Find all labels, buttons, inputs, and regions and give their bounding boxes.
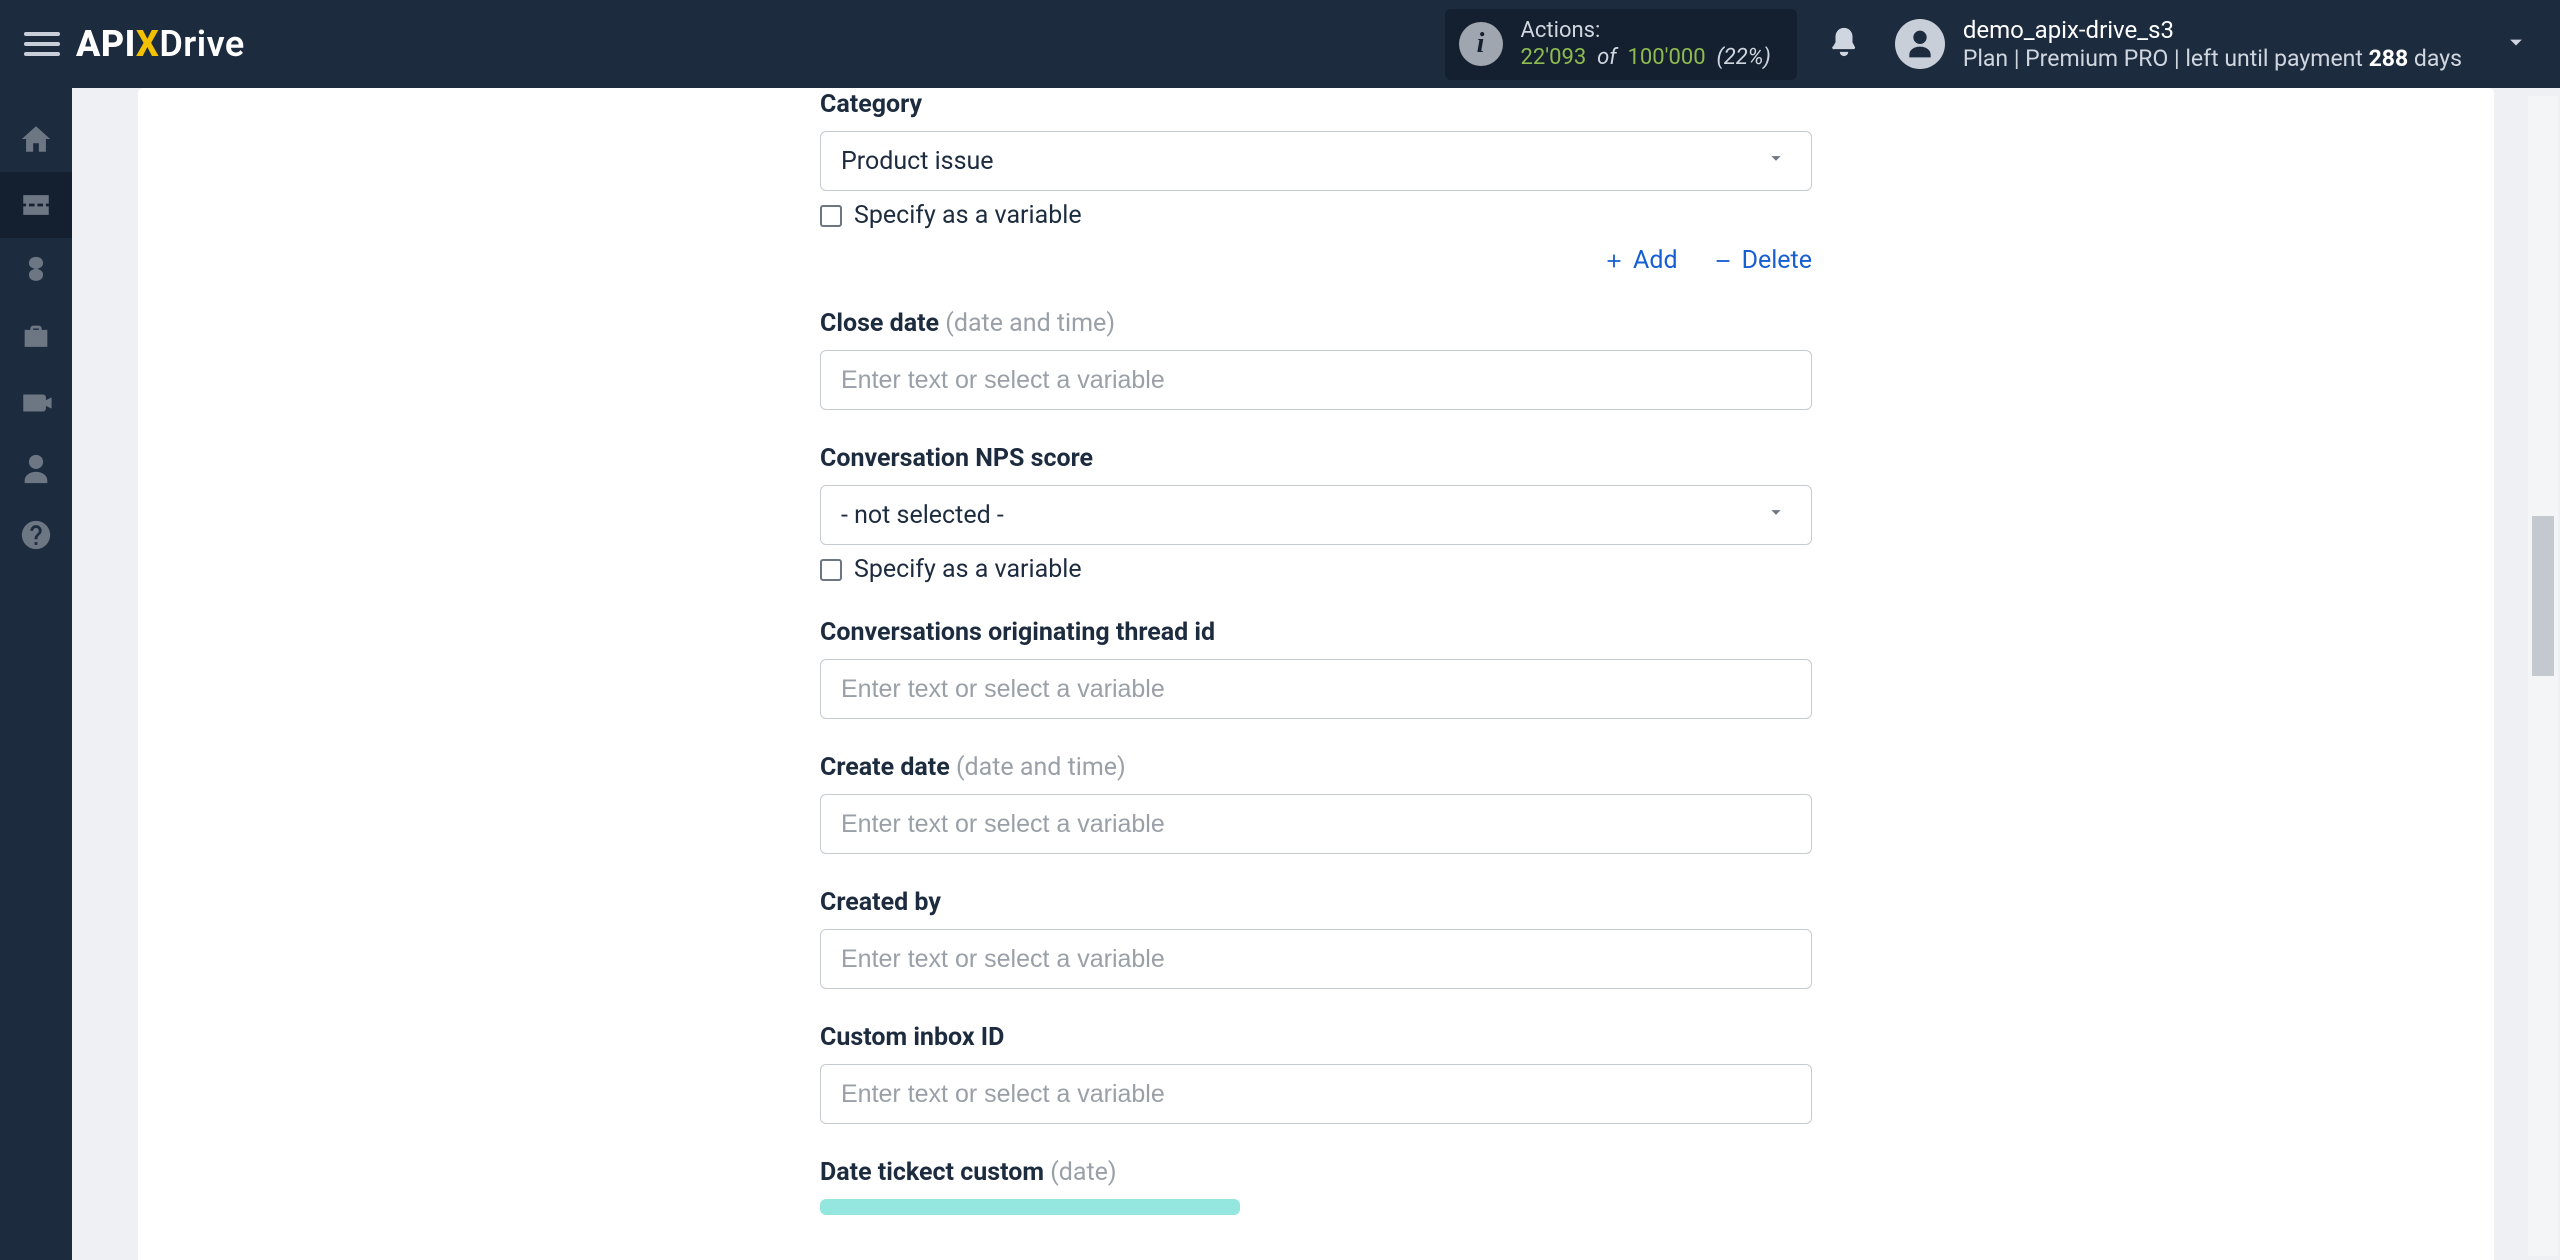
delete-link[interactable]: Delete bbox=[1712, 246, 1812, 275]
label-create-date: Create date (date and time) bbox=[820, 753, 1812, 782]
logo-text-api: API bbox=[76, 23, 136, 65]
user-menu[interactable]: demo_apix-drive_s3 Plan | Premium PRO | … bbox=[1895, 15, 2462, 74]
plan-line: Plan | Premium PRO | left until payment … bbox=[1963, 45, 2462, 74]
content-area: Category Product issue Specify as a vari… bbox=[72, 88, 2560, 1260]
input-create-date[interactable] bbox=[820, 794, 1812, 854]
checkbox-input[interactable] bbox=[820, 559, 842, 581]
checkbox-label: Specify as a variable bbox=[854, 555, 1082, 584]
label-thread-id: Conversations originating thread id bbox=[820, 618, 1812, 647]
field-create-date: Create date (date and time) bbox=[820, 753, 1812, 854]
category-actions: Add Delete bbox=[820, 246, 1812, 275]
scroll-thumb[interactable] bbox=[2532, 516, 2554, 676]
select-category[interactable]: Product issue bbox=[820, 131, 1812, 191]
logo-text-x: X bbox=[136, 23, 159, 65]
actions-of: of bbox=[1592, 45, 1622, 70]
actions-counter[interactable]: i Actions: 22'093 of 100'000 (22%) bbox=[1445, 9, 1797, 80]
input-custom-inbox[interactable] bbox=[820, 1064, 1812, 1124]
checkbox-category-variable[interactable]: Specify as a variable bbox=[820, 201, 1812, 230]
add-link[interactable]: Add bbox=[1603, 246, 1678, 275]
form-panel: Category Product issue Specify as a vari… bbox=[138, 88, 2494, 1260]
actions-meta: Actions: 22'093 of 100'000 (22%) bbox=[1521, 17, 1771, 72]
checkbox-label: Specify as a variable bbox=[854, 201, 1082, 230]
field-nps: Conversation NPS score - not selected - … bbox=[820, 444, 1812, 584]
label-nps: Conversation NPS score bbox=[820, 444, 1812, 473]
nav-help[interactable] bbox=[0, 502, 72, 568]
label-custom-inbox: Custom inbox ID bbox=[820, 1023, 1812, 1052]
input-thread-id-field[interactable] bbox=[841, 660, 1791, 718]
nav-billing[interactable] bbox=[0, 238, 72, 304]
field-custom-inbox: Custom inbox ID bbox=[820, 1023, 1812, 1124]
actions-total: 100'000 bbox=[1628, 45, 1706, 70]
left-nav bbox=[0, 88, 72, 1260]
nav-briefcase[interactable] bbox=[0, 304, 72, 370]
checkbox-nps-variable[interactable]: Specify as a variable bbox=[820, 555, 1812, 584]
input-thread-id[interactable] bbox=[820, 659, 1812, 719]
actions-pct: (22%) bbox=[1711, 45, 1771, 70]
actions-used: 22'093 bbox=[1521, 45, 1587, 70]
nav-home[interactable] bbox=[0, 106, 72, 172]
input-create-date-field[interactable] bbox=[841, 795, 1791, 853]
input-created-by[interactable] bbox=[820, 929, 1812, 989]
input-close-date-field[interactable] bbox=[841, 351, 1791, 409]
info-icon: i bbox=[1459, 22, 1503, 66]
label-created-by: Created by bbox=[820, 888, 1812, 917]
delete-link-label: Delete bbox=[1742, 246, 1812, 275]
logo-text-drive: Drive bbox=[159, 23, 244, 65]
add-link-label: Add bbox=[1633, 246, 1678, 275]
input-custom-inbox-field[interactable] bbox=[841, 1065, 1791, 1123]
chevron-down-icon bbox=[1765, 501, 1787, 530]
checkbox-input[interactable] bbox=[820, 205, 842, 227]
brand-logo[interactable]: APIXDrive bbox=[76, 0, 245, 88]
nav-video[interactable] bbox=[0, 370, 72, 436]
field-date-ticket-custom: Date tickect custom (date) bbox=[820, 1158, 1812, 1215]
actions-label: Actions: bbox=[1521, 17, 1771, 45]
vertical-scrollbar[interactable] bbox=[2528, 96, 2558, 1256]
field-thread-id: Conversations originating thread id bbox=[820, 618, 1812, 719]
notifications-icon[interactable] bbox=[1827, 25, 1861, 63]
chevron-down-icon[interactable] bbox=[2502, 28, 2530, 60]
nav-account[interactable] bbox=[0, 436, 72, 502]
username: demo_apix-drive_s3 bbox=[1963, 15, 2462, 45]
input-date-ticket-custom[interactable] bbox=[820, 1199, 1240, 1215]
label-category: Category bbox=[820, 90, 1812, 119]
field-close-date: Close date (date and time) bbox=[820, 309, 1812, 410]
label-close-date: Close date (date and time) bbox=[820, 309, 1812, 338]
label-date-ticket-custom: Date tickect custom (date) bbox=[820, 1158, 1812, 1187]
nav-connections[interactable] bbox=[0, 172, 72, 238]
input-created-by-field[interactable] bbox=[841, 930, 1791, 988]
input-close-date[interactable] bbox=[820, 350, 1812, 410]
top-header: APIXDrive i Actions: 22'093 of 100'000 (… bbox=[0, 0, 2560, 88]
select-nps-value: - not selected - bbox=[841, 501, 1004, 530]
select-category-value: Product issue bbox=[841, 147, 994, 176]
field-category: Category Product issue Specify as a vari… bbox=[820, 90, 1812, 275]
chevron-down-icon bbox=[1765, 147, 1787, 176]
menu-toggle-icon[interactable] bbox=[24, 26, 60, 62]
avatar-icon bbox=[1895, 19, 1945, 69]
user-text: demo_apix-drive_s3 Plan | Premium PRO | … bbox=[1963, 15, 2462, 74]
field-created-by: Created by bbox=[820, 888, 1812, 989]
select-nps[interactable]: - not selected - bbox=[820, 485, 1812, 545]
